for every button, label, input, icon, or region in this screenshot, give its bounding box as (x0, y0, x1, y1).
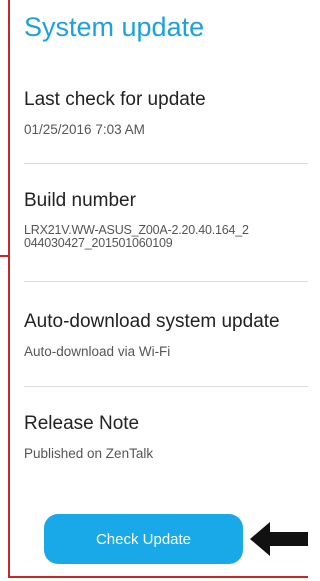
setting-summary: Auto-download via Wi-Fi (24, 344, 171, 359)
divider (24, 281, 308, 282)
setting-build-number[interactable]: Build number LRX21V.WW-ASUS_Z00A-2.20.40… (24, 190, 308, 250)
screen-frame: System update Last check for update 01/2… (8, 0, 308, 578)
setting-label: Last check for update (24, 89, 206, 110)
setting-label: Auto-download system update (24, 311, 280, 332)
check-update-button[interactable]: Check Update (44, 514, 243, 564)
divider (24, 386, 308, 387)
setting-summary-line-2: 044030427_201501060109 (24, 236, 173, 250)
setting-label: Release Note (24, 413, 140, 434)
divider (24, 163, 308, 164)
setting-summary: 01/25/2016 7:03 AM (24, 122, 145, 137)
setting-last-check[interactable]: Last check for update 01/25/2016 7:03 AM (24, 89, 308, 136)
setting-auto-download[interactable]: Auto-download system update Auto-downloa… (24, 311, 308, 358)
page-title: System update (24, 12, 205, 42)
left-arrow-icon (250, 522, 308, 556)
setting-release-note[interactable]: Release Note Published on ZenTalk (24, 413, 308, 460)
setting-summary: Published on ZenTalk (24, 446, 154, 461)
setting-label: Build number (24, 190, 136, 211)
